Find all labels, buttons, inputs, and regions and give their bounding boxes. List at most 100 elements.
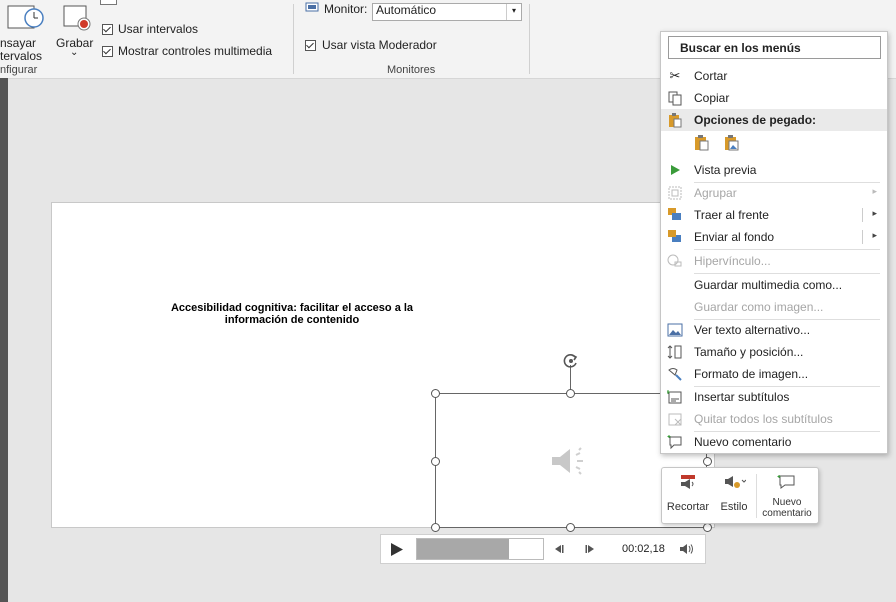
new-comment-label-1: Nuevo (772, 497, 802, 508)
split-divider (862, 230, 863, 244)
captions-icon (667, 390, 682, 404)
stopwatch-icon (7, 5, 44, 29)
resize-handle[interactable] (431, 389, 440, 398)
scissors-icon: ✂ (669, 68, 681, 83)
truncated-checkbox[interactable] (100, 0, 117, 5)
remove-captions-icon (668, 413, 682, 426)
menu-item-size-position[interactable]: Tamaño y posición... (661, 341, 887, 363)
presenter-view-checkbox[interactable] (305, 40, 316, 51)
menu-item-preview[interactable]: Vista previa (661, 159, 887, 181)
monitor-label: Monitor: (324, 2, 368, 16)
style-button[interactable]: Estilo (714, 468, 754, 523)
size-position-label: Tamaño y posición... (694, 345, 804, 359)
bring-front-label: Traer al frente (694, 208, 769, 222)
chevron-right-icon[interactable]: ▸ (872, 230, 877, 241)
menu-item-paste-options: Opciones de pegado: (661, 109, 887, 131)
progress-bar[interactable] (416, 538, 544, 560)
resize-handle[interactable] (703, 457, 712, 466)
paste-icon (669, 113, 682, 128)
slide-title-line-1: Accesibilidad cognitiva: facilitar el ac… (170, 302, 414, 314)
hyperlink-icon (667, 254, 682, 267)
copy-icon (668, 91, 682, 106)
paste-picture-icon[interactable] (724, 134, 740, 151)
menu-item-cut[interactable]: ✂ Cortar (661, 65, 887, 87)
size-position-icon (667, 345, 682, 359)
bring-to-front-icon (668, 208, 681, 220)
menu-item-bring-front[interactable]: Traer al frente ▸ (661, 204, 887, 226)
monitor-select[interactable]: Automático ▾ (372, 3, 522, 21)
paste-options-label: Opciones de pegado: (694, 113, 817, 127)
use-timings-label: Usar intervalos (118, 22, 199, 36)
play-icon[interactable] (390, 542, 404, 557)
resize-handle[interactable] (566, 523, 575, 532)
save-image-label: Guardar como imagen... (694, 300, 824, 314)
menu-item-alt-text[interactable]: Ver texto alternativo... (661, 319, 887, 341)
menu-item-insert-captions[interactable]: Insertar subtítulos (661, 386, 887, 408)
show-media-controls-option[interactable]: Mostrar controles multimedia (102, 44, 292, 60)
record-dropdown-icon[interactable]: ⌄ (70, 47, 78, 58)
chevron-right-icon[interactable]: ▸ (872, 208, 877, 219)
presenter-view-label: Usar vista Moderador (322, 38, 437, 52)
show-media-controls-checkbox[interactable] (102, 46, 113, 57)
remove-captions-label: Quitar todos los subtítulos (694, 412, 833, 426)
progress-fill (417, 539, 509, 559)
resize-handle[interactable] (703, 523, 712, 532)
resize-handle[interactable] (431, 523, 440, 532)
menu-item-save-image[interactable]: Guardar como imagen... (661, 296, 887, 318)
monitors-group-label: Monitores (387, 64, 436, 76)
menu-item-new-comment[interactable]: Nuevo comentario (661, 431, 887, 453)
slide-title[interactable]: Accesibilidad cognitiva: facilitar el ac… (152, 302, 432, 326)
group-divider (293, 4, 294, 74)
comment-icon (777, 475, 795, 489)
comment-icon (667, 435, 682, 450)
menu-item-group[interactable]: Agrupar ▸ (661, 182, 887, 204)
menu-search-input[interactable]: Buscar en los menús (668, 36, 881, 59)
format-paint-icon (668, 368, 682, 381)
group-icon (668, 186, 682, 200)
chevron-right-icon: ▸ (872, 186, 877, 196)
hyperlink-label: Hipervínculo... (694, 254, 771, 268)
trim-button[interactable]: Recortar (664, 468, 712, 523)
new-comment-label-2: comentario (762, 508, 812, 519)
menu-item-save-media[interactable]: Guardar multimedia como... (661, 274, 887, 296)
use-timings-checkbox[interactable] (102, 24, 113, 35)
paste-keep-format-icon[interactable] (694, 134, 710, 151)
split-divider (862, 208, 863, 222)
skip-back-icon[interactable] (553, 544, 565, 554)
volume-icon[interactable] (679, 543, 697, 555)
send-back-label: Enviar al fondo (694, 230, 775, 244)
alt-text-icon (667, 323, 683, 337)
menu-item-hyperlink[interactable]: Hipervínculo... (661, 250, 887, 272)
left-edge-bar (0, 78, 8, 602)
mini-toolbar: Recortar Estilo Nuevo comentario (661, 467, 819, 524)
new-comment-button[interactable]: Nuevo comentario (757, 468, 817, 523)
presenter-view-option[interactable]: Usar vista Moderador (305, 38, 465, 54)
use-timings-option[interactable]: Usar intervalos (102, 22, 262, 38)
copy-label: Copiar (694, 91, 730, 105)
preview-label: Vista previa (694, 163, 757, 177)
speaker-icon (552, 447, 583, 475)
menu-item-format-image[interactable]: Formato de imagen... (661, 363, 887, 385)
resize-handle[interactable] (566, 389, 575, 398)
group-divider (529, 4, 530, 74)
rotate-handle-icon[interactable] (562, 352, 580, 370)
monitor-icon (305, 2, 319, 12)
play-icon (671, 165, 680, 175)
save-media-label: Guardar multimedia como... (694, 278, 843, 292)
media-player: 00:02,18 (380, 534, 706, 564)
trim-label: Recortar (666, 501, 710, 513)
slide-title-line-2: información de contenido (224, 314, 360, 326)
new-comment-menu-label: Nuevo comentario (694, 435, 792, 449)
chevron-down-icon[interactable]: ▾ (506, 4, 521, 20)
rehearse-timings-button[interactable]: nsayar tervalos (0, 0, 55, 64)
resize-handle[interactable] (431, 457, 440, 466)
context-menu: Buscar en los menús ✂ Cortar Copiar Opci… (660, 31, 888, 454)
new-comment-label: Nuevo comentario (757, 497, 817, 519)
skip-forward-icon[interactable] (584, 544, 596, 554)
menu-item-remove-captions[interactable]: Quitar todos los subtítulos (661, 408, 887, 430)
cut-label: Cortar (694, 69, 728, 83)
configure-group-label: nfigurar (0, 64, 38, 76)
record-button[interactable]: Grabar ⌄ (52, 0, 96, 64)
menu-item-send-back[interactable]: Enviar al fondo ▸ (661, 226, 887, 248)
menu-item-copy[interactable]: Copiar (661, 87, 887, 109)
